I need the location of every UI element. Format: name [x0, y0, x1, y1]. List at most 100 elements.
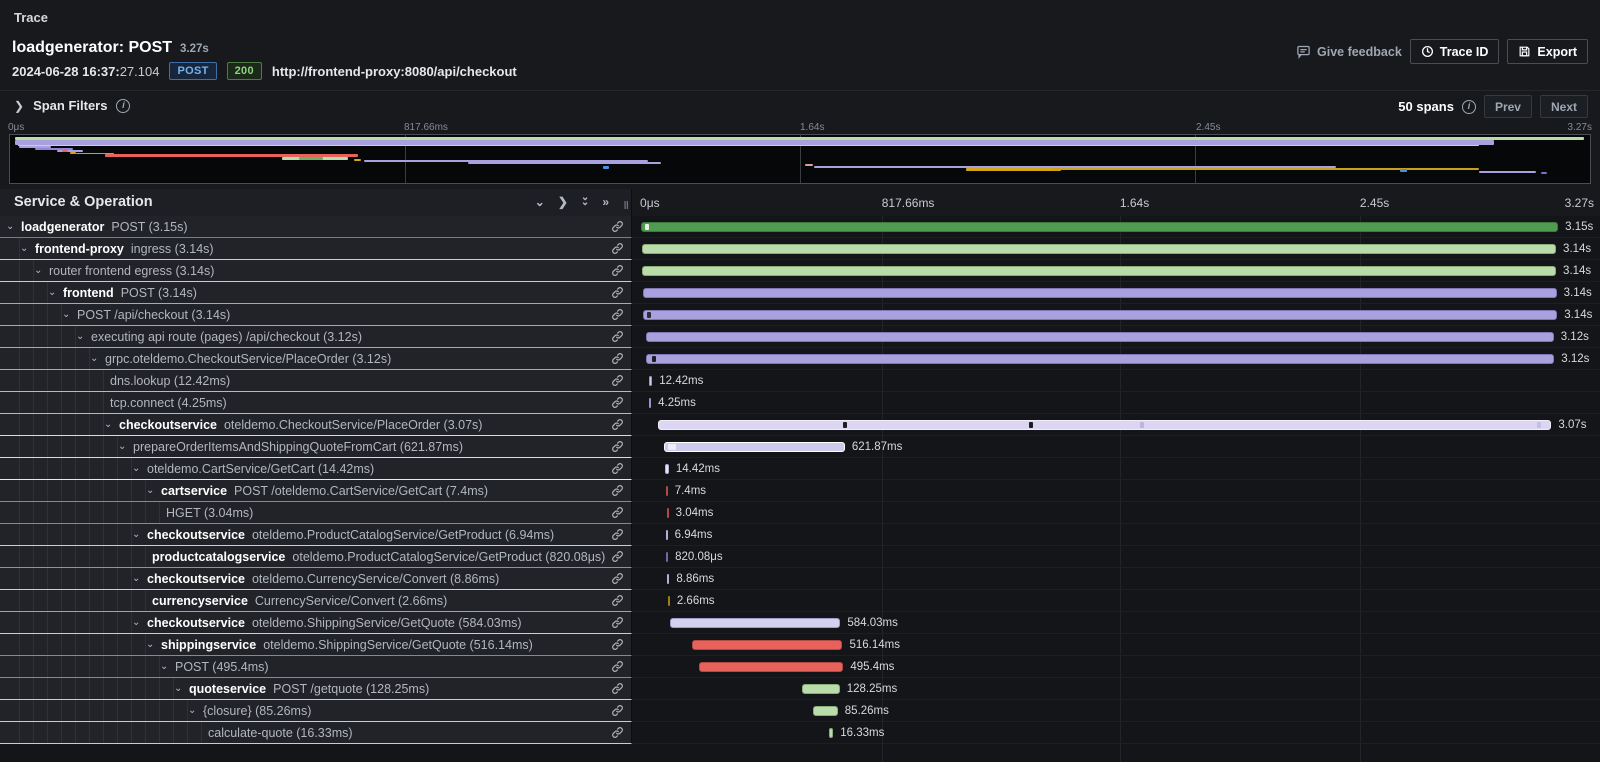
span-link-icon[interactable] — [611, 638, 624, 656]
collapse-chevron-icon[interactable]: ⌄ — [132, 573, 147, 584]
span-name-cell[interactable]: tcp.connect (4.25ms) — [0, 392, 632, 414]
span-link-icon[interactable] — [611, 440, 624, 458]
span-bar-cell[interactable]: 584.03ms — [632, 612, 1600, 634]
expand-one-icon[interactable]: ❯ — [558, 195, 566, 209]
span-link-icon[interactable] — [611, 616, 624, 634]
span-row[interactable]: ⌄quoteservicePOST /getquote (128.25ms)12… — [0, 678, 1600, 700]
span-link-icon[interactable] — [611, 286, 624, 304]
collapse-one-icon[interactable]: ⌄ — [535, 195, 543, 209]
span-row[interactable]: ⌄frontend-proxyingress (3.14s)3.14s — [0, 238, 1600, 260]
span-name-cell[interactable]: ⌄shippingserviceoteldemo.ShippingService… — [0, 634, 632, 656]
span-link-icon[interactable] — [611, 550, 624, 568]
span-bar-cell[interactable]: 4.25ms — [632, 392, 1600, 414]
span-name-cell[interactable]: calculate-quote (16.33ms) — [0, 722, 632, 744]
span-duration-bar[interactable] — [667, 508, 669, 518]
span-filters-expand-chevron[interactable]: ❯ — [14, 99, 24, 113]
span-bar-cell[interactable]: 495.4ms — [632, 656, 1600, 678]
span-link-icon[interactable] — [611, 484, 624, 502]
span-duration-bar[interactable] — [670, 618, 840, 628]
span-name-cell[interactable]: ⌄grpc.oteldemo.CheckoutService/PlaceOrde… — [0, 348, 632, 370]
span-duration-bar[interactable] — [667, 574, 670, 584]
span-duration-bar[interactable] — [699, 662, 843, 672]
span-event-marker[interactable] — [652, 356, 656, 362]
collapse-chevron-icon[interactable]: ⌄ — [160, 661, 175, 672]
span-duration-bar[interactable] — [643, 310, 1557, 320]
collapse-chevron-icon[interactable]: ⌄ — [6, 221, 21, 232]
span-row[interactable]: ⌄cartservicePOST /oteldemo.CartService/G… — [0, 480, 1600, 502]
span-name-cell[interactable]: ⌄cartservicePOST /oteldemo.CartService/G… — [0, 480, 632, 502]
span-duration-bar[interactable] — [665, 464, 669, 474]
span-name-cell[interactable]: ⌄frontendPOST (3.14s) — [0, 282, 632, 304]
span-row[interactable]: ⌄executing api route (pages) /api/checko… — [0, 326, 1600, 348]
span-event-marker[interactable] — [672, 444, 676, 450]
collapse-chevron-icon[interactable]: ⌄ — [188, 705, 203, 716]
span-duration-bar[interactable] — [646, 354, 1554, 364]
span-bar-cell[interactable]: 516.14ms — [632, 634, 1600, 656]
span-duration-bar[interactable] — [692, 640, 842, 650]
span-duration-bar[interactable] — [646, 332, 1554, 342]
span-row[interactable]: tcp.connect (4.25ms)4.25ms — [0, 392, 1600, 414]
span-row[interactable]: ⌄POST /api/checkout (3.14s)3.14s — [0, 304, 1600, 326]
span-row[interactable]: ⌄grpc.oteldemo.CheckoutService/PlaceOrde… — [0, 348, 1600, 370]
collapse-chevron-icon[interactable]: ⌄ — [146, 639, 161, 650]
span-row[interactable]: productcatalogserviceoteldemo.ProductCat… — [0, 546, 1600, 568]
collapse-all-icon[interactable]: ⌄⌄ — [581, 195, 587, 209]
collapse-chevron-icon[interactable]: ⌄ — [118, 441, 133, 452]
span-name-cell[interactable]: ⌄checkoutserviceoteldemo.ShippingService… — [0, 612, 632, 634]
span-row[interactable]: ⌄prepareOrderItemsAndShippingQuoteFromCa… — [0, 436, 1600, 458]
span-duration-bar[interactable] — [641, 222, 1558, 232]
span-bar-cell[interactable]: 3.07s — [632, 414, 1600, 436]
collapse-chevron-icon[interactable]: ⌄ — [48, 287, 63, 298]
next-span-button[interactable]: Next — [1540, 95, 1588, 118]
span-duration-bar[interactable] — [649, 376, 653, 386]
span-bar-cell[interactable]: 3.12s — [632, 348, 1600, 370]
span-bar-cell[interactable]: 3.12s — [632, 326, 1600, 348]
collapse-chevron-icon[interactable]: ⌄ — [104, 419, 119, 430]
span-name-cell[interactable]: ⌄prepareOrderItemsAndShippingQuoteFromCa… — [0, 436, 632, 458]
span-bar-cell[interactable]: 8.86ms — [632, 568, 1600, 590]
span-duration-bar[interactable] — [666, 552, 668, 562]
span-link-icon[interactable] — [611, 220, 624, 238]
span-name-cell[interactable]: ⌄checkoutserviceoteldemo.ProductCatalogS… — [0, 524, 632, 546]
collapse-chevron-icon[interactable]: ⌄ — [146, 485, 161, 496]
span-link-icon[interactable] — [611, 418, 624, 436]
span-duration-bar[interactable] — [664, 442, 845, 452]
collapse-chevron-icon[interactable]: ⌄ — [76, 331, 91, 342]
span-row[interactable]: ⌄checkoutserviceoteldemo.CheckoutService… — [0, 414, 1600, 436]
span-row[interactable]: ⌄checkoutserviceoteldemo.ShippingService… — [0, 612, 1600, 634]
span-row[interactable]: ⌄shippingserviceoteldemo.ShippingService… — [0, 634, 1600, 656]
expand-all-icon[interactable]: » — [602, 195, 607, 209]
span-name-cell[interactable]: currencyserviceCurrencyService/Convert (… — [0, 590, 632, 612]
span-duration-bar[interactable] — [666, 530, 668, 540]
span-event-marker[interactable] — [1140, 422, 1144, 428]
span-duration-bar[interactable] — [642, 244, 1556, 254]
span-link-icon[interactable] — [611, 462, 624, 480]
span-bar-cell[interactable]: 3.14s — [632, 304, 1600, 326]
span-name-cell[interactable]: ⌄{closure} (85.26ms) — [0, 700, 632, 722]
span-name-cell[interactable]: ⌄POST (495.4ms) — [0, 656, 632, 678]
span-name-cell[interactable]: ⌄router frontend egress (3.14s) — [0, 260, 632, 282]
span-link-icon[interactable] — [611, 682, 624, 700]
span-name-cell[interactable]: ⌄oteldemo.CartService/GetCart (14.42ms) — [0, 458, 632, 480]
minimap-canvas[interactable] — [9, 134, 1591, 184]
span-row[interactable]: calculate-quote (16.33ms)16.33ms — [0, 722, 1600, 744]
span-bar-cell[interactable]: 85.26ms — [632, 700, 1600, 722]
span-name-cell[interactable]: dns.lookup (12.42ms) — [0, 370, 632, 392]
span-bar-cell[interactable]: 2.66ms — [632, 590, 1600, 612]
collapse-chevron-icon[interactable]: ⌄ — [174, 683, 189, 694]
span-row[interactable]: dns.lookup (12.42ms)12.42ms — [0, 370, 1600, 392]
span-row[interactable]: ⌄router frontend egress (3.14s)3.14s — [0, 260, 1600, 282]
span-bar-cell[interactable]: 128.25ms — [632, 678, 1600, 700]
collapse-chevron-icon[interactable]: ⌄ — [34, 265, 49, 276]
span-duration-bar[interactable] — [829, 728, 834, 738]
span-row[interactable]: ⌄checkoutserviceoteldemo.ProductCatalogS… — [0, 524, 1600, 546]
span-link-icon[interactable] — [611, 726, 624, 744]
collapse-chevron-icon[interactable]: ⌄ — [62, 309, 77, 320]
span-name-cell[interactable]: productcatalogserviceoteldemo.ProductCat… — [0, 546, 632, 568]
collapse-chevron-icon[interactable]: ⌄ — [132, 529, 147, 540]
span-bar-cell[interactable]: 621.87ms — [632, 436, 1600, 458]
span-name-cell[interactable]: ⌄quoteservicePOST /getquote (128.25ms) — [0, 678, 632, 700]
span-bar-cell[interactable]: 3.14s — [632, 260, 1600, 282]
span-filters-info-icon[interactable]: i — [116, 99, 130, 113]
span-bar-cell[interactable]: 3.04ms — [632, 502, 1600, 524]
